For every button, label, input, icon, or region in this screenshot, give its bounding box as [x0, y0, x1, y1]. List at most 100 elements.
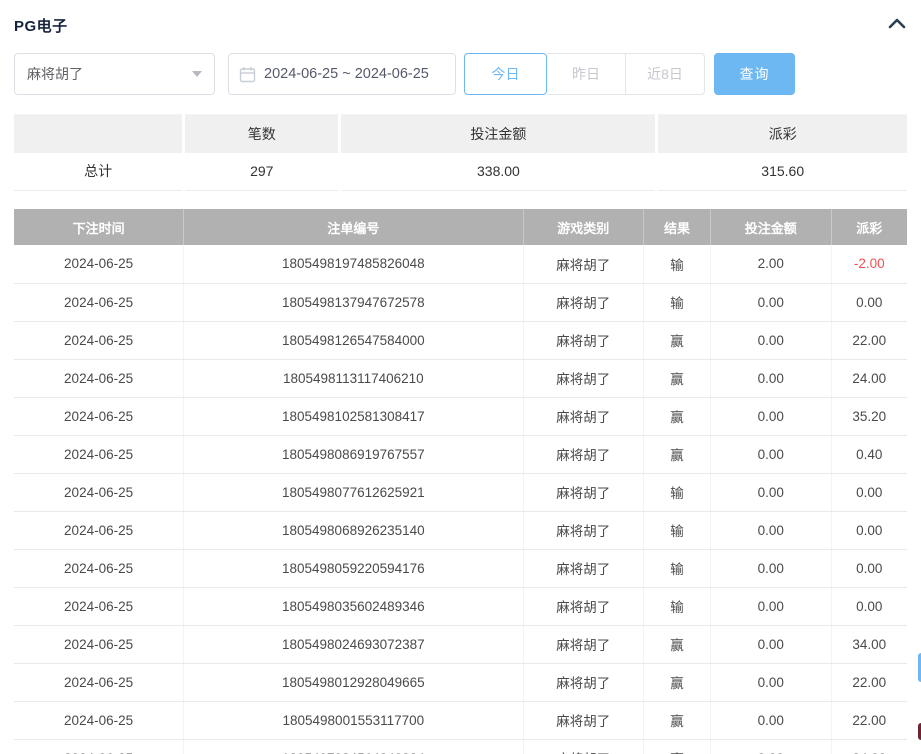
summary-total-row: 总计 297 338.00 315.60 [14, 153, 907, 191]
cell-bet-time: 2024-06-25 [14, 701, 184, 739]
table-row: 2024-06-251805498126547584000麻将胡了赢0.0022… [14, 321, 907, 359]
cell-bet-amount: 0.00 [711, 701, 832, 739]
table-row: 2024-06-251805498001553117700麻将胡了赢0.0022… [14, 701, 907, 739]
cell-result: 输 [644, 283, 711, 321]
yesterday-button[interactable]: 昨日 [547, 53, 626, 95]
cell-game-type: 麻将胡了 [523, 739, 644, 754]
chevron-up-icon [888, 16, 906, 34]
date-range-value: 2024-06-25 ~ 2024-06-25 [264, 66, 429, 82]
cell-bet-amount: 0.00 [711, 283, 832, 321]
today-button[interactable]: 今日 [464, 53, 547, 95]
summary-header-blank [14, 115, 184, 153]
cell-bet-time: 2024-06-25 [14, 625, 184, 663]
cell-bet-time: 2024-06-25 [14, 435, 184, 473]
pg-panel: PG电子 麻将胡了 2024-06-25 ~ 2024-06-25 [0, 0, 921, 754]
cell-payout: 34.00 [831, 625, 907, 663]
cell-result: 赢 [644, 701, 711, 739]
table-row: 2024-06-251805498197485826048麻将胡了输2.00-2… [14, 245, 907, 283]
cell-bet-amount: 0.00 [711, 511, 832, 549]
cell-bet-amount: 0.00 [711, 739, 832, 754]
cell-payout: 0.00 [831, 283, 907, 321]
cell-result: 输 [644, 473, 711, 511]
col-header-result: 结果 [644, 209, 711, 245]
summary-header-payout: 派彩 [657, 115, 907, 153]
cell-game-type: 麻将胡了 [523, 625, 644, 663]
col-header-bet-time: 下注时间 [14, 209, 184, 245]
collapse-panel-button[interactable] [887, 15, 907, 35]
bet-table-body: 2024-06-251805498197485826048麻将胡了输2.00-2… [14, 245, 907, 754]
cell-bet-time: 2024-06-25 [14, 245, 184, 283]
cell-bet-amount: 0.00 [711, 549, 832, 587]
cell-game-type: 麻将胡了 [523, 245, 644, 283]
cell-bet-time: 2024-06-25 [14, 739, 184, 754]
cell-bet-amount: 0.00 [711, 435, 832, 473]
quick-date-button-group: 今日 昨日 近8日 [464, 53, 705, 95]
cell-bet-time: 2024-06-25 [14, 663, 184, 701]
cell-game-type: 麻将胡了 [523, 473, 644, 511]
cell-result: 赢 [644, 739, 711, 754]
summary-header-count: 笔数 [184, 115, 340, 153]
cell-bet-id: 1805497984564240384 [184, 739, 523, 754]
cell-game-type: 麻将胡了 [523, 587, 644, 625]
cell-game-type: 麻将胡了 [523, 663, 644, 701]
cell-bet-amount: 0.00 [711, 663, 832, 701]
summary-table: 笔数 投注金额 派彩 总计 297 338.00 315.60 [14, 114, 907, 191]
cell-result: 赢 [644, 359, 711, 397]
cell-bet-amount: 0.00 [711, 359, 832, 397]
cell-result: 输 [644, 587, 711, 625]
cell-game-type: 麻将胡了 [523, 549, 644, 587]
cell-bet-amount: 0.00 [711, 625, 832, 663]
chevron-down-icon [192, 71, 202, 77]
bet-table-header-row: 下注时间 注单编号 游戏类别 结果 投注金额 派彩 [14, 209, 907, 245]
table-row: 2024-06-251805498059220594176麻将胡了输0.000.… [14, 549, 907, 587]
cell-bet-time: 2024-06-25 [14, 587, 184, 625]
cell-bet-id: 1805498035602489346 [184, 587, 523, 625]
cell-bet-id: 1805498102581308417 [184, 397, 523, 435]
cell-bet-id: 1805498113117406210 [184, 359, 523, 397]
cell-bet-id: 1805498012928049665 [184, 663, 523, 701]
cell-bet-amount: 2.00 [711, 245, 832, 283]
table-row: 2024-06-251805498102581308417麻将胡了赢0.0035… [14, 397, 907, 435]
cell-game-type: 麻将胡了 [523, 435, 644, 473]
cell-result: 赢 [644, 663, 711, 701]
cell-game-type: 麻将胡了 [523, 359, 644, 397]
table-row: 2024-06-251805498077612625921麻将胡了输0.000.… [14, 473, 907, 511]
cell-bet-time: 2024-06-25 [14, 359, 184, 397]
cell-bet-id: 1805498126547584000 [184, 321, 523, 359]
cell-bet-amount: 0.00 [711, 587, 832, 625]
cell-result: 赢 [644, 435, 711, 473]
cell-result: 输 [644, 245, 711, 283]
cell-payout: 35.20 [831, 397, 907, 435]
summary-total-payout: 315.60 [657, 153, 907, 191]
cell-bet-id: 1805498137947672578 [184, 283, 523, 321]
game-select-value: 麻将胡了 [27, 64, 83, 84]
cell-payout: 0.00 [831, 587, 907, 625]
cell-result: 输 [644, 511, 711, 549]
summary-total-label: 总计 [14, 153, 184, 191]
cell-bet-id: 1805498086919767557 [184, 435, 523, 473]
col-header-bet-id: 注单编号 [184, 209, 523, 245]
cell-bet-amount: 0.00 [711, 473, 832, 511]
date-range-input[interactable]: 2024-06-25 ~ 2024-06-25 [228, 53, 456, 95]
cell-bet-id: 1805498024693072387 [184, 625, 523, 663]
cell-game-type: 麻将胡了 [523, 397, 644, 435]
cell-bet-time: 2024-06-25 [14, 511, 184, 549]
table-row: 2024-06-251805497984564240384麻将胡了赢0.0024… [14, 739, 907, 754]
bet-records-table: 下注时间 注单编号 游戏类别 结果 投注金额 派彩 2024-06-251805… [14, 209, 907, 754]
query-button[interactable]: 查询 [714, 53, 795, 95]
cell-bet-time: 2024-06-25 [14, 397, 184, 435]
summary-header-bet-amount: 投注金额 [340, 115, 657, 153]
cell-result: 赢 [644, 321, 711, 359]
cell-payout: 22.00 [831, 321, 907, 359]
calendar-icon [239, 66, 256, 83]
cell-payout: 0.00 [831, 473, 907, 511]
cell-payout: 22.00 [831, 701, 907, 739]
cell-game-type: 麻将胡了 [523, 321, 644, 359]
table-row: 2024-06-251805498012928049665麻将胡了赢0.0022… [14, 663, 907, 701]
cell-bet-time: 2024-06-25 [14, 321, 184, 359]
last-8-days-button[interactable]: 近8日 [626, 53, 705, 95]
game-select[interactable]: 麻将胡了 [14, 53, 215, 95]
table-row: 2024-06-251805498068926235140麻将胡了输0.000.… [14, 511, 907, 549]
table-row: 2024-06-251805498035602489346麻将胡了输0.000.… [14, 587, 907, 625]
panel-header: PG电子 [14, 14, 907, 36]
